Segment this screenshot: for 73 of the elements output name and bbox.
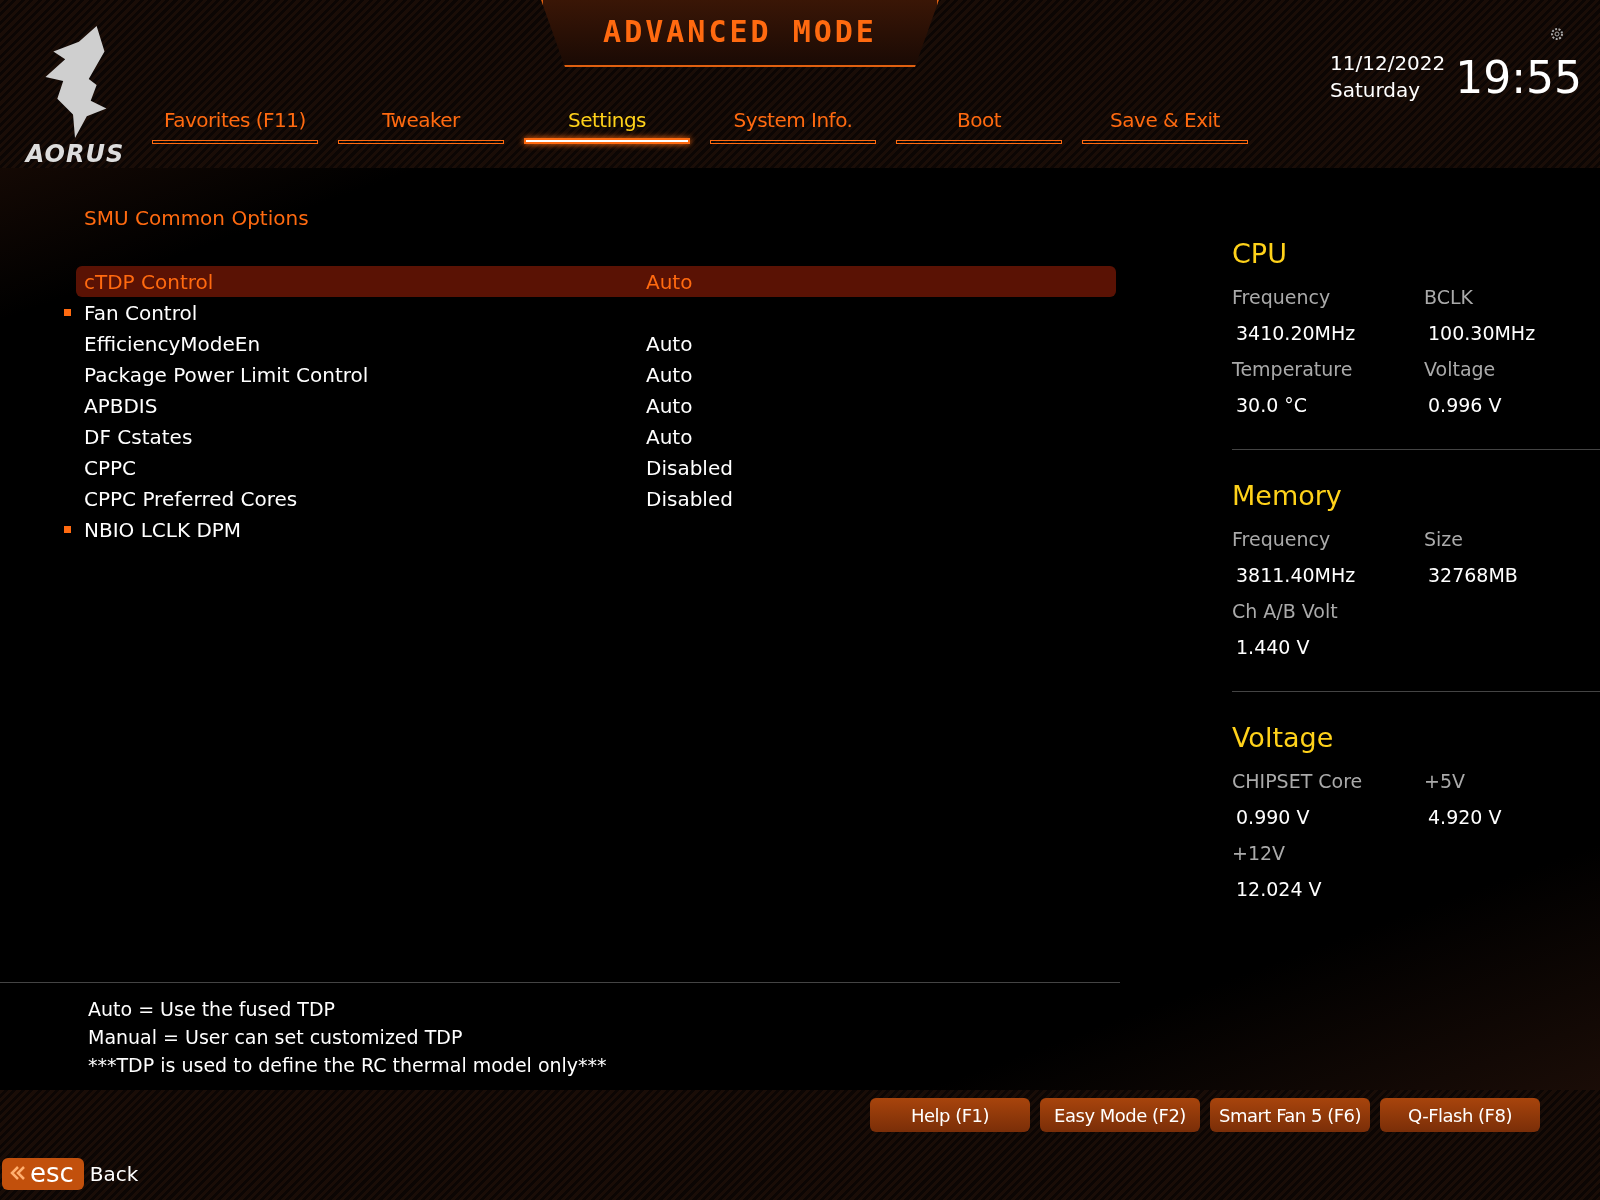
setting-value: Disabled	[646, 455, 733, 480]
setting-label: APBDIS	[83, 393, 159, 418]
monitor-value: 100.30MHz	[1427, 321, 1537, 346]
monitor-label: Ch A/B Volt	[1232, 599, 1339, 624]
setting-value: Auto	[646, 331, 693, 356]
monitor-value: 0.996 V	[1427, 393, 1503, 418]
setting-value: Disabled	[646, 486, 733, 511]
nav-tab[interactable]: Favorites (F11)	[152, 107, 318, 144]
function-key-button[interactable]: Help (F1)	[870, 1098, 1030, 1132]
setting-label: CPPC Preferred Cores	[83, 486, 299, 511]
setting-value: Auto	[646, 393, 693, 418]
monitor-label: Temperature	[1232, 357, 1354, 382]
monitor-label: +12V	[1232, 841, 1287, 866]
help-text: Auto = Use the fused TDP	[88, 997, 336, 1022]
monitor-group-title: Voltage	[1232, 722, 1334, 753]
monitor-value: 4.920 V	[1427, 805, 1503, 830]
setting-label: Package Power Limit Control	[83, 362, 370, 387]
monitor-value: 30.0 °C	[1235, 393, 1309, 418]
setting-row[interactable]: Package Power Limit Control Auto	[76, 359, 1116, 390]
monitor-label: Voltage	[1424, 357, 1497, 382]
back-label: Back	[89, 1162, 139, 1186]
double-chevron-icon	[10, 1165, 26, 1181]
setting-row[interactable]: NBIO LCLK DPM	[76, 514, 1116, 545]
setting-row[interactable]: CPPC Preferred Cores Disabled	[76, 483, 1116, 514]
monitor-label: Frequency	[1232, 527, 1332, 552]
setting-row[interactable]: DF Cstates Auto	[76, 421, 1116, 452]
setting-label: CPPC	[83, 455, 138, 480]
nav-tab[interactable]: Boot	[896, 107, 1062, 144]
section-title: SMU Common Options	[84, 206, 309, 230]
setting-row[interactable]: APBDIS Auto	[76, 390, 1116, 421]
monitor-label: Frequency	[1232, 285, 1332, 310]
setting-row[interactable]: EfficiencyModeEn Auto	[76, 328, 1116, 359]
setting-row[interactable]: cTDP Control Auto	[76, 266, 1116, 297]
monitor-value: 1.440 V	[1235, 635, 1311, 660]
nav-tab[interactable]: Save & Exit	[1082, 107, 1248, 144]
setting-label: DF Cstates	[83, 424, 194, 449]
monitor-label: CHIPSET Core	[1232, 769, 1364, 794]
monitor-value: 3410.20MHz	[1235, 321, 1357, 346]
submenu-bullet-icon	[64, 526, 71, 533]
nav-tab[interactable]: Tweaker	[338, 107, 504, 144]
setting-value: Auto	[646, 269, 693, 294]
function-key-button[interactable]: Easy Mode (F2)	[1040, 1098, 1200, 1132]
setting-label: cTDP Control	[83, 269, 215, 294]
function-key-button[interactable]: Q-Flash (F8)	[1380, 1098, 1540, 1132]
setting-value: Auto	[646, 424, 693, 449]
setting-label: EfficiencyModeEn	[83, 331, 262, 356]
monitor-value: 0.990 V	[1235, 805, 1311, 830]
monitor-label: Size	[1424, 527, 1464, 552]
monitor-group-title: Memory	[1232, 480, 1342, 511]
monitor-label: +5V	[1424, 769, 1466, 794]
mode-title: ADVANCED MODE	[541, 0, 939, 67]
submenu-label: Fan Control	[83, 300, 199, 325]
clock-time: 19:55	[1455, 51, 1583, 103]
help-text: ***TDP is used to define the RC thermal model only***	[88, 1053, 608, 1078]
date-text: 11/12/2022	[1330, 50, 1446, 77]
setting-row[interactable]: Fan Control	[76, 297, 1116, 328]
function-key-button[interactable]: Smart Fan 5 (F6)	[1210, 1098, 1370, 1132]
esc-key[interactable]: esc	[2, 1158, 84, 1190]
nav-tab[interactable]: System Info.	[710, 107, 876, 144]
monitor-value: 12.024 V	[1235, 877, 1323, 902]
setting-value: Auto	[646, 362, 693, 387]
monitor-value: 3811.40MHz	[1235, 563, 1357, 588]
brand-logo-text: AORUS	[25, 140, 125, 168]
gear-icon[interactable]	[1549, 26, 1565, 42]
monitor-value: 32768MB	[1427, 563, 1519, 588]
weekday-text: Saturday	[1330, 77, 1422, 104]
monitor-label: BCLK	[1424, 285, 1474, 310]
nav-tab[interactable]: Settings	[524, 107, 690, 144]
help-text: Manual = User can set customized TDP	[88, 1025, 464, 1050]
setting-row[interactable]: CPPC Disabled	[76, 452, 1116, 483]
submenu-bullet-icon	[64, 309, 71, 316]
monitor-group-title: CPU	[1232, 238, 1287, 269]
submenu-label: NBIO LCLK DPM	[83, 517, 243, 542]
